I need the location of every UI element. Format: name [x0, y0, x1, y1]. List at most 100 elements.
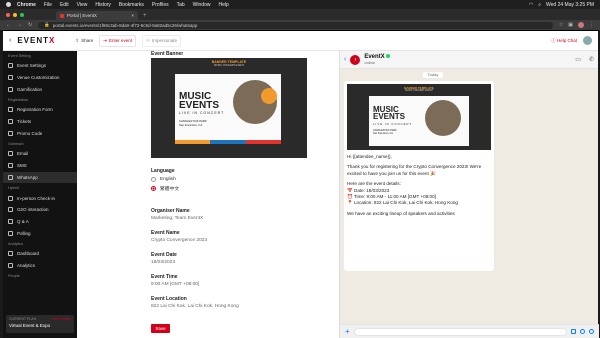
menu-bookmarks[interactable]: Bookmarks [119, 2, 144, 8]
microphone-icon[interactable] [589, 329, 594, 334]
sidebar-item-event-settings[interactable]: Event Settings [3, 60, 77, 72]
organiser-label: Organiser Name [151, 208, 190, 214]
sidebar-item-whatsapp[interactable]: WhatsApp [3, 171, 77, 184]
radio-selected-icon[interactable] [151, 186, 156, 191]
event-location-field: Event Location 822 Lai Chi Kok, Lai Chi … [151, 296, 239, 309]
sidebar-item-qa[interactable]: Q & A [3, 216, 77, 228]
event-date-field: Event Date 18/03/2023 [151, 252, 177, 265]
sidebar-section-outreach: Outreach [8, 142, 24, 147]
event-name-field: Event Name Crypto Convergence 2023 [151, 230, 207, 243]
reload-icon[interactable]: ↻ [28, 22, 32, 28]
menu-profiles[interactable]: Profiles [152, 2, 169, 8]
banner-title-line2: EVENTS [179, 100, 220, 111]
menu-view[interactable]: View [77, 2, 88, 8]
sidebar-item-dashboard[interactable]: Dashboard [3, 248, 77, 260]
menu-file[interactable]: File [44, 2, 52, 8]
sidebar-item-polling[interactable]: Polling [3, 227, 77, 239]
sidebar-item-label: Polling [17, 230, 31, 236]
help-chat-button[interactable]: ⓘ Help Chat [551, 38, 577, 44]
close-window-icon[interactable] [6, 13, 10, 17]
form-icon [8, 107, 13, 113]
minimize-window-icon[interactable] [13, 13, 17, 17]
enter-event-button[interactable]: ⇥ Enter event [99, 34, 136, 47]
user-avatar[interactable] [583, 36, 592, 45]
zoom-window-icon[interactable] [20, 13, 24, 17]
sidebar-item-label: Analytics [17, 262, 36, 268]
browser-toolbar: ← → ↻ 🔒 portal.events.io/events/1f69c3ab… [0, 20, 600, 30]
event-time-field: Event Time 9:00 AM [GMT +08:00] [151, 274, 199, 287]
eventx-logo[interactable]: EVENTX [17, 36, 55, 45]
sidebar-item-in-person-check-in[interactable]: In-person Check-in [3, 192, 77, 204]
menu-tab[interactable]: Tab [177, 2, 185, 8]
address-bar[interactable]: 🔒 portal.events.io/events/1f69c3ab-8da0-… [38, 21, 553, 29]
sidebar-item-label: Gamification [17, 86, 43, 92]
email-icon [8, 151, 13, 157]
video-call-icon[interactable]: ▭ [575, 56, 581, 63]
message-banner-image[interactable]: BANNER TEMPLATE MUSIC CONCERT EVENT MUSI… [347, 84, 491, 150]
app-header: ‹ EVENTX ⇪ Share ⇥ Enter event ⚇ Impersonat… [3, 31, 598, 51]
sidebar-section-people: People [8, 274, 20, 279]
enter-icon: ⇥ [103, 37, 107, 43]
sidebar-section-event-setting: Event Setting [8, 54, 31, 58]
camera-icon[interactable] [580, 329, 585, 334]
sidebar-item-label: Venue Customization [17, 75, 60, 81]
sticker-icon[interactable] [571, 329, 576, 334]
view-details-link[interactable]: View Details [52, 317, 71, 321]
radio-unselected-icon[interactable] [151, 177, 156, 182]
star-icon[interactable]: ☆ [559, 22, 563, 28]
share-button[interactable]: ⇪ Share [75, 38, 93, 44]
more-icon[interactable]: ⋮ [589, 22, 594, 28]
sidebar-item-venue-customization[interactable]: Venue Customization [3, 72, 77, 84]
menu-history[interactable]: History [95, 2, 111, 8]
url-text: portal.events.io/events/1f69c3ab-8da0-4f… [52, 22, 198, 28]
message-banner-card: MUSIC EVENTS LIVE IN CONCERT CANDLESTICK … [369, 96, 469, 146]
apple-icon[interactable] [6, 2, 11, 7]
new-tab-icon[interactable]: + [143, 13, 147, 20]
back-arrow-icon[interactable]: ‹ [9, 37, 11, 44]
forward-icon[interactable]: → [17, 22, 22, 28]
back-icon[interactable]: ← [6, 22, 11, 28]
phone-icon[interactable]: ✆ [589, 56, 594, 63]
help-icon: ⓘ [551, 37, 556, 43]
help-chat-label: Help Chat [556, 37, 577, 43]
sidebar-item-label: Promo Code [17, 130, 43, 136]
event-date-value: 18/03/2023 [151, 260, 176, 265]
menu-window[interactable]: Window [193, 2, 211, 8]
sidebar-item-o2o-interaction[interactable]: O2O interaction [3, 204, 77, 216]
save-button[interactable]: Save [151, 324, 170, 333]
event-banner-image[interactable]: BANNER TEMPLATE MUSIC CONCERT EVENT MUSI… [151, 58, 307, 158]
share-label: Share [81, 38, 94, 43]
extensions-icon[interactable]: ▣ [568, 22, 573, 28]
search-icon[interactable]: ⌕ [538, 2, 541, 8]
sidebar-item-email[interactable]: Email [3, 148, 77, 160]
gamification-icon [8, 86, 13, 92]
whatsapp-header: ‹ › EventX online ▭ ✆ [340, 51, 598, 69]
close-tab-icon[interactable]: × [131, 13, 134, 18]
message-banner-venue-city: San Francisco, CA [373, 132, 393, 135]
organiser-value: Marketing, Team EventX [151, 216, 204, 221]
browser-tab[interactable]: Portal | EventX × [56, 11, 138, 20]
sidebar-item-sms[interactable]: SMS [3, 160, 77, 172]
sidebar-item-gamification[interactable]: Gamification [3, 83, 77, 95]
language-option-traditional-chinese[interactable]: 繁體中文 [151, 185, 179, 192]
impersonate-button[interactable]: ⚇ Impersonate [141, 34, 182, 47]
menu-help[interactable]: Help [218, 2, 228, 8]
analytics-icon [8, 262, 13, 268]
sidebar-item-analytics[interactable]: Analytics [3, 260, 77, 272]
sidebar-item-registration-form[interactable]: Registration Form [3, 104, 77, 116]
event-location-value: 822 Lai Chi Kok, Lai Chi Kok, Hong Kong [151, 304, 239, 309]
menu-app-chrome[interactable]: Chrome [17, 2, 36, 8]
language-option-english[interactable]: English [151, 177, 179, 182]
banner-title: MUSIC EVENTS [179, 92, 220, 111]
back-chevron-icon[interactable]: ‹ [344, 56, 346, 63]
wifi-icon[interactable]: ◠ [529, 2, 533, 8]
whatsapp-preview: ‹ › EventX online ▭ ✆ Today BANNER TEMPL… [339, 51, 599, 338]
plus-icon[interactable]: + [345, 327, 350, 336]
menu-edit[interactable]: Edit [60, 2, 69, 8]
message-input[interactable] [353, 327, 567, 336]
clock-text[interactable]: Wed 24 May 3:25 PM [546, 2, 594, 8]
profile-avatar[interactable] [578, 22, 584, 28]
sidebar-item-promo-code[interactable]: Promo Code [3, 127, 77, 139]
sidebar-item-tickets[interactable]: Tickets [3, 116, 77, 128]
venue-icon [8, 75, 13, 81]
